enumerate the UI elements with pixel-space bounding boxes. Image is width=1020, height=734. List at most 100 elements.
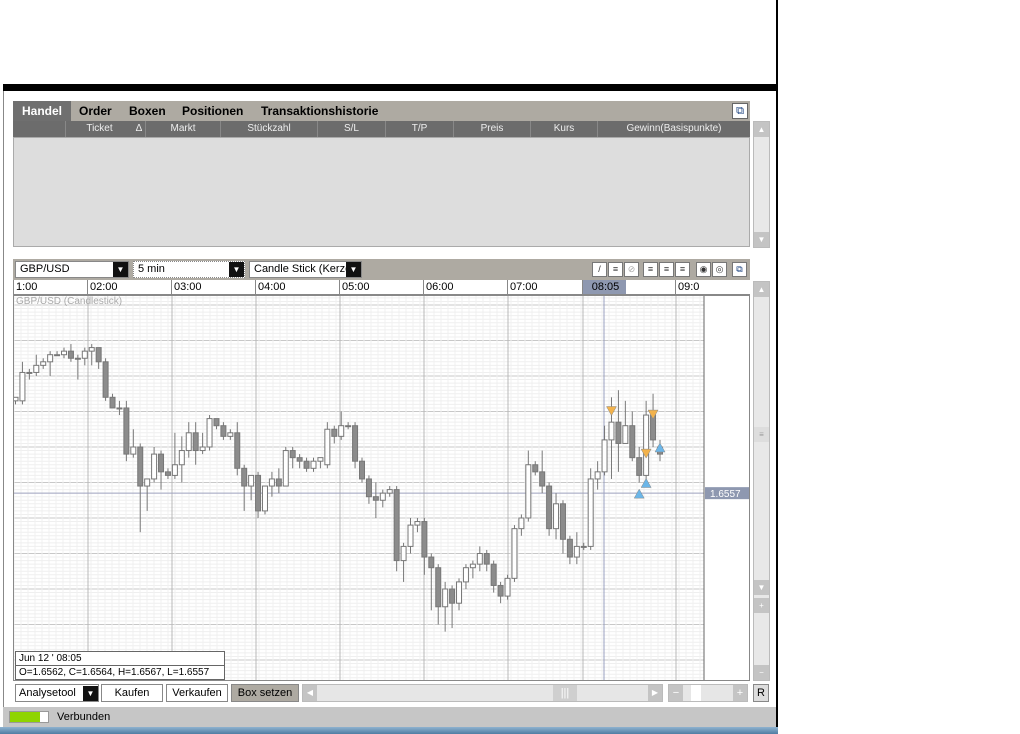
candle-body <box>414 521 421 526</box>
tab-handel[interactable]: Handel <box>13 101 72 121</box>
chevron-down-icon[interactable]: ▼ <box>229 262 244 277</box>
interval-select[interactable]: 5 min ▼ <box>133 261 245 278</box>
tab-positionen[interactable]: Positionen <box>173 101 252 121</box>
candle-body <box>192 432 199 452</box>
col-tp[interactable]: T/P <box>385 121 453 137</box>
price-chart[interactable]: 1.66101.66001.65901.65801.65701.65601.65… <box>13 295 750 681</box>
candle-body <box>289 450 296 459</box>
scroll-right-icon[interactable]: ▶ <box>648 685 662 701</box>
box-set-button[interactable]: Box setzen <box>231 684 299 702</box>
candle-body <box>338 425 345 437</box>
window-title-bar <box>3 84 777 91</box>
candle-body <box>47 354 54 363</box>
candle-body <box>400 545 407 562</box>
candle-body <box>587 478 594 547</box>
zoom-out-icon[interactable]: ◎ <box>712 262 727 277</box>
col-kurs[interactable]: Kurs <box>530 121 597 137</box>
scroll-down-icon[interactable]: ▼ <box>754 580 769 595</box>
popout-icon[interactable]: ⧉ <box>732 103 748 119</box>
tab-transaktionshistorie[interactable]: Transaktionshistorie <box>252 101 387 121</box>
candle-body <box>19 371 26 402</box>
time-label: 02:00 <box>87 280 171 294</box>
chart-scrollbar[interactable]: ▲ ≡ ▼ + − <box>753 281 770 681</box>
tab-order[interactable]: Order <box>70 101 121 121</box>
chart-title: GBP/USD (Candlestick) <box>16 296 123 307</box>
candle-body <box>622 425 629 444</box>
candle-body <box>636 457 643 476</box>
candle-body <box>483 553 490 565</box>
chevron-down-icon[interactable]: ▼ <box>83 686 98 701</box>
zoom-slider[interactable]: − + <box>668 684 748 702</box>
col-markt[interactable]: Markt <box>145 121 220 137</box>
grid-icon[interactable]: ≡ <box>659 262 674 277</box>
candle-body <box>469 563 476 569</box>
time-label: 07:00 <box>507 280 582 294</box>
scroll-up-icon[interactable]: ▲ <box>754 282 769 297</box>
candle-body <box>144 478 151 487</box>
tab-boxen[interactable]: Boxen <box>120 101 175 121</box>
candle-body <box>303 460 310 469</box>
scroll-up-icon[interactable]: ▲ <box>754 122 769 137</box>
chart-type-select[interactable]: Candle Stick (Kerze ▼ <box>249 261 362 278</box>
zoom-minus-icon[interactable]: − <box>754 665 769 680</box>
candle-body <box>365 478 372 498</box>
grid-icon[interactable]: ≡ <box>643 262 658 277</box>
chevron-down-icon[interactable]: ▼ <box>113 262 128 277</box>
candle-body <box>123 407 130 455</box>
trendline-icon[interactable]: / <box>592 262 607 277</box>
grid-icon[interactable]: ≡ <box>675 262 690 277</box>
candle-body <box>130 446 137 455</box>
candle-body <box>199 446 206 452</box>
scroll-down-icon[interactable]: ▼ <box>754 232 769 247</box>
candle-body <box>553 503 560 530</box>
candle-body <box>137 446 144 487</box>
candle-body <box>282 450 289 487</box>
ohlc-info-box: Jun 12 ' 08:05 O=1.6562, C=1.6564, H=1.6… <box>15 651 225 680</box>
time-label: 1:00 <box>13 280 87 294</box>
status-bar: Verbunden <box>3 707 776 727</box>
delete-drawing-icon[interactable]: ⊘ <box>624 262 639 277</box>
candle-body <box>442 588 449 608</box>
candle-body <box>566 538 573 558</box>
connection-status: Verbunden <box>57 711 111 723</box>
chevron-down-icon[interactable]: ▼ <box>346 262 361 277</box>
horizontal-lines-icon[interactable]: ≡ <box>608 262 623 277</box>
reset-button[interactable]: R <box>753 684 769 702</box>
sell-button[interactable]: Verkaufen <box>166 684 228 702</box>
symbol-value: GBP/USD <box>20 263 70 275</box>
horizontal-scrollbar[interactable]: ◀ ||| ▶ <box>302 684 663 702</box>
candle-body <box>241 467 248 487</box>
symbol-select[interactable]: GBP/USD ▼ <box>15 261 129 278</box>
scroll-thumb[interactable]: ||| <box>553 685 577 701</box>
zoom-plus-icon[interactable]: + <box>733 685 747 701</box>
scroll-left-icon[interactable]: ◀ <box>303 685 317 701</box>
zoom-plus-icon[interactable]: + <box>754 598 769 613</box>
scroll-thumb[interactable]: ≡ <box>754 427 769 442</box>
col-stueckzahl[interactable]: Stückzahl <box>220 121 317 137</box>
candle-body <box>359 460 365 480</box>
candle-body <box>331 428 338 437</box>
col-sl[interactable]: S/L <box>317 121 385 137</box>
zoom-minus-icon[interactable]: − <box>669 685 683 701</box>
popout-icon[interactable]: ⧉ <box>732 262 747 277</box>
zoom-in-icon[interactable]: ◉ <box>696 262 711 277</box>
time-label: 06:00 <box>423 280 507 294</box>
candle-body <box>594 471 601 480</box>
col-preis[interactable]: Preis <box>453 121 530 137</box>
current-price-label: 1.6557 <box>710 489 741 500</box>
candle-body <box>248 474 255 487</box>
candle-body <box>88 347 95 352</box>
analysis-tool-select[interactable]: Analysetool ▼ <box>15 684 99 702</box>
col-gewinn[interactable]: Gewinn(Basispunkte) <box>597 121 750 137</box>
candle-body <box>54 354 61 357</box>
sort-icon[interactable]: Δ <box>133 121 145 137</box>
candle-body <box>26 371 33 374</box>
sell-signal-icon <box>647 409 659 420</box>
zoom-thumb[interactable] <box>691 685 701 701</box>
candle-body <box>449 588 456 604</box>
candle-body <box>95 347 102 363</box>
table-scrollbar[interactable]: ▲ ▼ <box>753 121 770 248</box>
candle-body <box>345 425 352 428</box>
buy-button[interactable]: Kaufen <box>101 684 163 702</box>
col-ticket[interactable]: Ticket <box>65 121 133 137</box>
